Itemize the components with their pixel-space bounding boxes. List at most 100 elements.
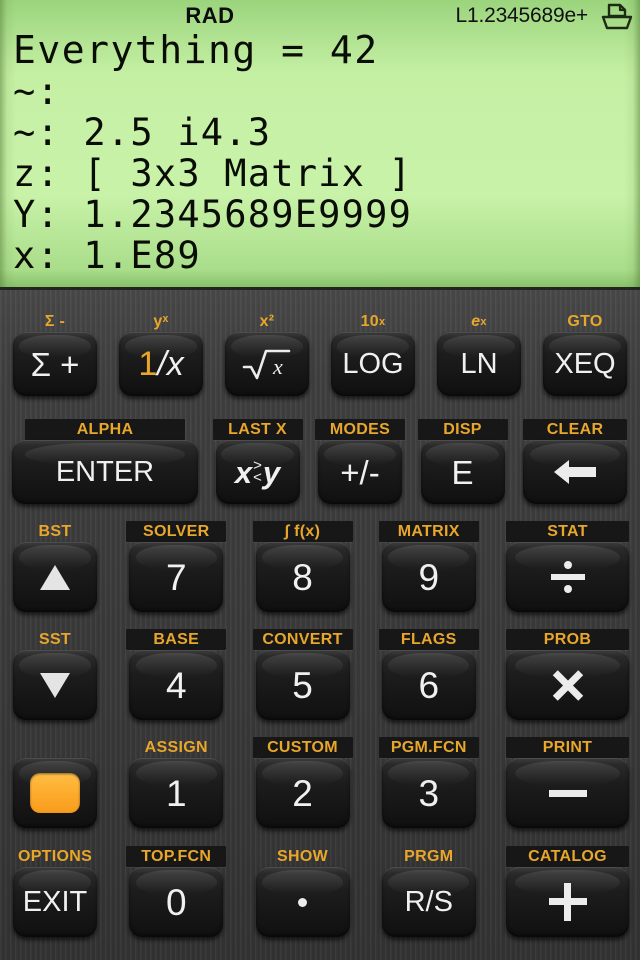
key-row-enter: ALPHA ENTER LAST X x > < y MODES +/- DISP <box>0 402 640 509</box>
plus-icon <box>548 883 587 921</box>
key-sqrt[interactable]: x <box>225 332 309 396</box>
key-cell-2: CUSTOM 2 <box>252 737 353 828</box>
key-ln[interactable]: LN <box>437 332 521 396</box>
key-swap-xy[interactable]: x > < y <box>215 440 300 504</box>
shift-label-square: x² <box>259 312 275 330</box>
key-label-backspace <box>523 440 627 504</box>
key-label-run-stop: R/S <box>404 885 453 918</box>
svg-text:x: x <box>272 354 283 379</box>
key-label-sigma-plus: Σ + <box>30 345 80 383</box>
key-1[interactable]: 1 <box>129 758 224 828</box>
shift-label-disp: DISP <box>417 419 508 440</box>
key-cell-log: 10 x LOG <box>328 311 418 396</box>
key-multiply[interactable] <box>506 650 629 720</box>
key-cell-sign-change: MODES +/- <box>315 419 405 504</box>
key-4[interactable]: 4 <box>129 650 224 720</box>
stack-line-y: Y: 1.2345689E9999 <box>13 193 413 236</box>
key-divide[interactable] <box>506 542 629 612</box>
key-enter[interactable]: ENTER <box>12 440 198 504</box>
stack-line-z: z: [ 3x3 Matrix ] <box>13 152 413 195</box>
key-minus[interactable] <box>506 758 629 828</box>
key-exponent[interactable]: E <box>420 440 505 504</box>
key-plus[interactable] <box>506 867 629 937</box>
shift-indicator-icon <box>30 773 80 813</box>
key-cell-run-stop: PRGM R/S <box>379 846 479 937</box>
shift-label-pgm-fcn: PGM.FCN <box>378 737 479 758</box>
shift-label-custom: CUSTOM <box>252 737 353 758</box>
key-7[interactable]: 7 <box>129 542 224 612</box>
key-label-exit: EXIT <box>22 885 88 918</box>
key-down[interactable] <box>13 650 97 720</box>
shift-label-clear: CLEAR <box>523 419 627 440</box>
key-cell-plus: CATALOG <box>505 846 630 937</box>
calculator-display: RAD L1.2345689e+ Everything = 42 ~: ~: 2… <box>0 0 640 290</box>
key-label-xeq: XEQ <box>554 347 616 380</box>
key-cell-divide: STAT <box>505 521 630 612</box>
key-label-sqrt: x <box>225 332 309 396</box>
key-label-shift <box>13 758 97 828</box>
printer-icon[interactable] <box>599 3 633 31</box>
key-label-swap-xy: x > < y <box>234 454 281 490</box>
key-cell-shift <box>10 737 100 828</box>
key-label-exponent: E <box>451 453 474 491</box>
key-xeq[interactable]: XEQ <box>543 332 627 396</box>
shift-label-assign: ASSIGN <box>144 738 208 756</box>
key-cell-9: MATRIX 9 <box>378 521 479 612</box>
key-backspace[interactable] <box>523 440 627 504</box>
key-shift[interactable] <box>13 758 97 828</box>
angle-mode-indicator: RAD <box>185 3 235 28</box>
key-sign-change[interactable]: +/- <box>318 440 402 504</box>
key-cell-sqrt: x² x <box>222 311 312 396</box>
key-row-bottom: OPTIONS EXIT TOP.FCN 0 SHOW PRGM R/S CAT… <box>0 833 640 945</box>
key-cell-exponent: DISP E <box>417 419 508 504</box>
key-cell-down: SST <box>10 629 100 720</box>
key-label-5: 5 <box>292 664 313 706</box>
key-row-789: BST SOLVER 7 ∫ f(x) 8 MATRIX 9 STAT <box>0 509 640 617</box>
key-reciprocal[interactable]: 1/x <box>119 332 203 396</box>
key-6[interactable]: 6 <box>381 650 476 720</box>
key-0[interactable]: 0 <box>129 867 224 937</box>
multiply-icon <box>550 667 586 703</box>
key-log[interactable]: LOG <box>331 332 415 396</box>
key-cell-decimal: SHOW <box>253 846 353 937</box>
shift-label-last-x: LAST X <box>212 419 303 440</box>
key-decimal[interactable] <box>255 867 350 937</box>
key-cell-multiply: PROB <box>505 629 630 720</box>
key-8[interactable]: 8 <box>255 542 350 612</box>
key-cell-ln: ex LN <box>434 311 524 396</box>
arrow-up-icon <box>40 564 70 590</box>
shift-label-flags: FLAGS <box>378 629 479 650</box>
key-cell-enter: ALPHA ENTER <box>10 419 200 504</box>
key-3[interactable]: 3 <box>381 758 476 828</box>
shift-label-gto: GTO <box>567 312 603 330</box>
key-up[interactable] <box>13 542 97 612</box>
key-cell-7: SOLVER 7 <box>126 521 227 612</box>
key-label-plus <box>506 867 629 937</box>
shift-label-sigma-minus: Σ - <box>44 312 66 330</box>
shift-label-matrix: MATRIX <box>378 521 479 542</box>
key-cell-exit: OPTIONS EXIT <box>10 846 100 937</box>
key-sigma-plus[interactable]: Σ + <box>13 332 97 396</box>
key-9[interactable]: 9 <box>381 542 476 612</box>
key-label-decimal <box>256 867 350 937</box>
key-label-2: 2 <box>292 772 313 814</box>
key-row-functions: Σ - Σ + yˣ 1/x x² x 10 x LOG e x LN GTO … <box>0 290 640 402</box>
keypad: Σ - Σ + yˣ 1/x x² x 10 x LOG e x LN GTO … <box>0 290 640 960</box>
shift-label-e-power: ex <box>471 312 487 330</box>
shift-label-stat: STAT <box>506 521 629 542</box>
key-cell-backspace: CLEAR <box>520 419 630 504</box>
key-2[interactable]: 2 <box>255 758 350 828</box>
key-label-ln: LN <box>460 347 498 380</box>
arrow-down-icon <box>40 672 70 698</box>
key-cell-5: CONVERT 5 <box>252 629 353 720</box>
key-cell-swap-xy: LAST X x > < y <box>212 419 303 504</box>
key-label-7: 7 <box>165 556 187 598</box>
key-row-123: ASSIGN 1 CUSTOM 2 PGM.FCN 3 PRINT <box>0 725 640 833</box>
key-label-3: 3 <box>418 772 440 814</box>
key-cell-1: ASSIGN 1 <box>126 737 226 828</box>
key-5[interactable]: 5 <box>255 650 350 720</box>
key-label-divide <box>506 542 629 612</box>
key-run-stop[interactable]: R/S <box>381 867 476 937</box>
key-exit[interactable]: EXIT <box>13 867 97 937</box>
key-label-multiply <box>506 650 629 720</box>
